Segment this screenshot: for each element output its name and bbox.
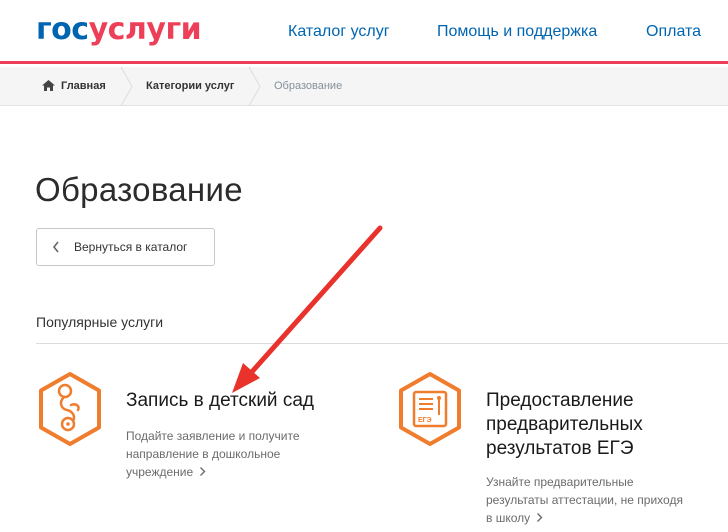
home-icon[interactable] [42, 80, 55, 91]
desc-line-text: учреждение [126, 465, 194, 479]
logo-part-uslugi: услуги [88, 12, 202, 47]
back-button-label: Вернуться в каталог [74, 240, 188, 254]
nav-catalog-link[interactable]: Каталог услуг [288, 22, 390, 42]
desc-line: результаты аттестации, не приходя [486, 493, 683, 507]
breadcrumb-current: Образование [274, 80, 343, 92]
chevron-left-icon [52, 241, 59, 253]
nav-help-link[interactable]: Помощь и поддержка [437, 22, 597, 42]
breadcrumb-separator-icon [120, 67, 133, 106]
service-title-kindergarten[interactable]: Запись в детский сад [126, 389, 314, 413]
breadcrumb-separator-icon [248, 67, 261, 106]
logo-part-gos: гос [36, 12, 89, 47]
breadcrumb-categories[interactable]: Категории услуг [146, 67, 234, 106]
breadcrumb-home[interactable]: Главная [61, 67, 106, 106]
top-header: госуслуги Каталог услуг Помощь и поддерж… [0, 0, 728, 64]
service-desc-exam: Узнайте предварительные результаты аттес… [486, 473, 683, 527]
chevron-right-icon[interactable] [536, 512, 543, 523]
desc-line-text: в школу [486, 511, 531, 525]
exam-certificate-icon[interactable]: ЕГЭ [396, 371, 464, 447]
title-line: Предоставление [486, 390, 634, 411]
desc-line: в школу [486, 509, 683, 527]
nav-payment-link[interactable]: Оплата [646, 22, 701, 42]
pacifier-icon[interactable] [36, 371, 104, 447]
chevron-right-icon[interactable] [199, 466, 206, 477]
title-line: результатов ЕГЭ [486, 438, 634, 459]
desc-line: направление в дошкольное [126, 447, 281, 461]
gosuslugi-logo[interactable]: госуслуги [36, 12, 202, 48]
section-divider [36, 343, 728, 344]
service-desc-kindergarten: Подайте заявление и получите направление… [126, 427, 300, 481]
desc-line: Подайте заявление и получите [126, 429, 300, 443]
icon-label: ЕГЭ [418, 417, 432, 424]
desc-line: Узнайте предварительные [486, 475, 634, 489]
breadcrumb: Главная Категории услуг Образование [0, 67, 728, 106]
desc-line: учреждение [126, 463, 300, 481]
service-title-exam[interactable]: Предоставление предварительных результат… [486, 389, 643, 461]
section-title: Популярные услуги [36, 314, 164, 330]
page-title: Образование [35, 171, 243, 208]
title-line: предварительных [486, 414, 643, 435]
back-to-catalog-button[interactable]: Вернуться в каталог [36, 228, 215, 266]
